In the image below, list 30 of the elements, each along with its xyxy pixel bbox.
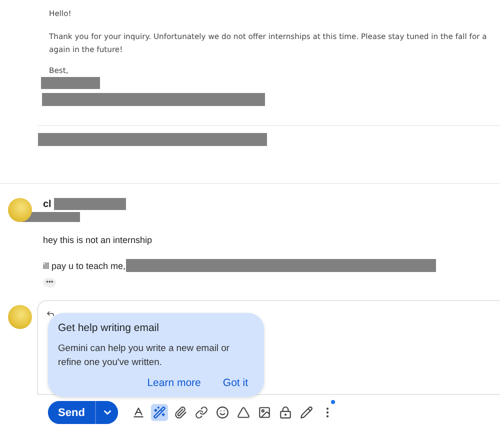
pen-button[interactable] [298, 404, 315, 421]
redaction-bar [41, 77, 100, 89]
popup-action[interactable]: Got it [222, 377, 248, 389]
sparkle-pen-button[interactable] [151, 404, 168, 421]
text-format-icon [132, 406, 145, 419]
link-button[interactable] [193, 404, 210, 421]
link-icon [195, 406, 208, 419]
avatar [8, 198, 32, 222]
emoji-icon [216, 406, 229, 419]
sparkle-pen-icon [153, 406, 166, 419]
pen-icon [300, 406, 313, 419]
lock-icon [279, 406, 292, 419]
popup-title: Get help writing email [58, 322, 160, 334]
popup-text: Gemini can help you write a new email or refine one you've written. [58, 341, 230, 369]
message-text: hey this is not an internship [43, 235, 154, 245]
popup-action[interactable]: Learn more [147, 377, 201, 389]
triangle-button[interactable] [235, 404, 252, 421]
compose-box[interactable]: Get help writing email Gemini can help you write a new email or refine one you've written. Learn more Got it [37, 300, 500, 395]
sender-name: cl [43, 198, 52, 210]
triangle-icon [237, 406, 250, 419]
paperclip-button[interactable] [172, 404, 189, 421]
reply-icon[interactable] [46, 309, 55, 318]
lock-button[interactable] [277, 404, 294, 421]
image-button[interactable] [256, 404, 273, 421]
avatar [8, 305, 32, 329]
send-options-button[interactable] [95, 401, 118, 424]
image-icon [258, 406, 271, 419]
paperclip-icon [174, 406, 187, 419]
emoji-button[interactable] [214, 404, 231, 421]
message-text: ill pay u to teach me, [43, 260, 126, 270]
